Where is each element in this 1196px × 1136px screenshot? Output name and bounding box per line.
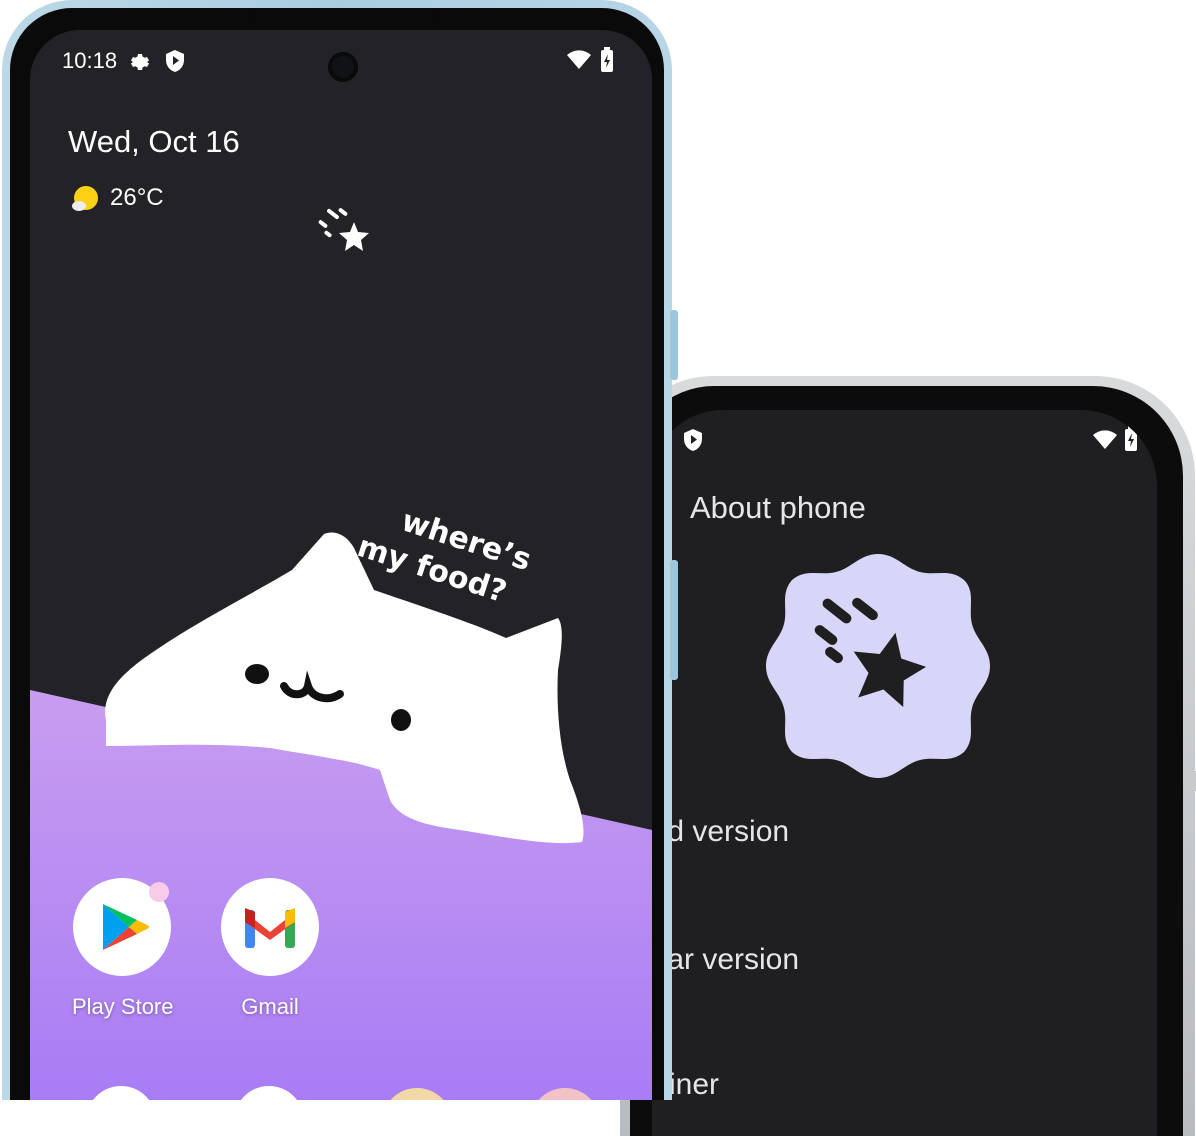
home-phone-bezel: where’s my food? 10:18 Wed, Oct 16 26°C …	[10, 8, 664, 1100]
volume-key	[670, 310, 678, 380]
settings-phone: About phone oid version star version lay…	[620, 376, 1196, 1136]
glance-temperature[interactable]: 26°C	[110, 184, 164, 212]
shield-icon	[682, 428, 704, 457]
notification-dot	[149, 882, 169, 902]
app-label: Gmail	[241, 994, 299, 1019]
app-label: Play Store	[72, 994, 174, 1019]
settings-item-star-version[interactable]: star version	[652, 943, 799, 977]
status-time: 10:18	[62, 48, 118, 73]
play-store-icon	[73, 878, 171, 976]
glance-date[interactable]: Wed, Oct 16	[68, 124, 240, 160]
battery-icon	[600, 47, 614, 78]
settings-phone-bezel: About phone oid version star version lay…	[630, 386, 1183, 1136]
settings-item-android-version[interactable]: oid version	[652, 815, 789, 849]
app-play-store[interactable]: Play Store	[72, 878, 174, 1020]
home-screen: where’s my food? 10:18 Wed, Oct 16 26°C …	[30, 30, 652, 1100]
earpiece	[248, 14, 440, 21]
battery-icon	[1124, 426, 1138, 457]
android-release-badge	[766, 554, 990, 778]
app-gmail[interactable]: Gmail	[220, 878, 320, 1020]
page-title: About phone	[690, 490, 866, 525]
shield-icon	[164, 49, 186, 78]
gear-icon	[126, 50, 150, 79]
wifi-icon	[1092, 430, 1118, 455]
sun-icon	[70, 184, 100, 219]
wifi-icon	[566, 50, 592, 75]
power-key	[670, 560, 678, 680]
gmail-icon	[221, 878, 319, 976]
settings-screen: About phone oid version star version lay…	[652, 410, 1157, 1136]
side-button	[1191, 771, 1196, 791]
front-camera	[328, 52, 358, 82]
home-phone: where’s my food? 10:18 Wed, Oct 16 26°C …	[2, 0, 678, 1100]
